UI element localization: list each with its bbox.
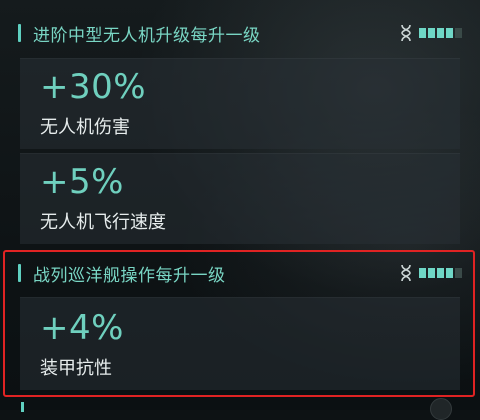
section-accent-bar: [18, 24, 21, 42]
level-pip-filled: [446, 28, 453, 38]
section-header-drone: 进阶中型无人机升级每升一级: [18, 18, 462, 48]
skill-level-indicator[interactable]: [399, 24, 462, 42]
level-pip-empty: [455, 28, 462, 38]
stat-value: +5%: [40, 162, 124, 202]
next-section-accent-bar: [21, 402, 24, 412]
stat-label: 无人机飞行速度: [40, 212, 166, 233]
level-pip-filled: [419, 28, 426, 38]
stat-value: +30%: [40, 67, 147, 107]
dna-helix-icon: [401, 24, 411, 42]
stat-card: +30% 无人机伤害: [20, 58, 460, 149]
section-title: 进阶中型无人机升级每升一级: [33, 25, 261, 46]
level-pip-filled: [437, 28, 444, 38]
stat-label: 无人机伤害: [40, 117, 130, 138]
highlight-frame: [3, 250, 475, 397]
level-pips: [419, 28, 462, 38]
level-pip-filled: [428, 28, 435, 38]
stat-card: +5% 无人机飞行速度: [20, 153, 460, 244]
scroll-indicator[interactable]: [430, 398, 452, 420]
